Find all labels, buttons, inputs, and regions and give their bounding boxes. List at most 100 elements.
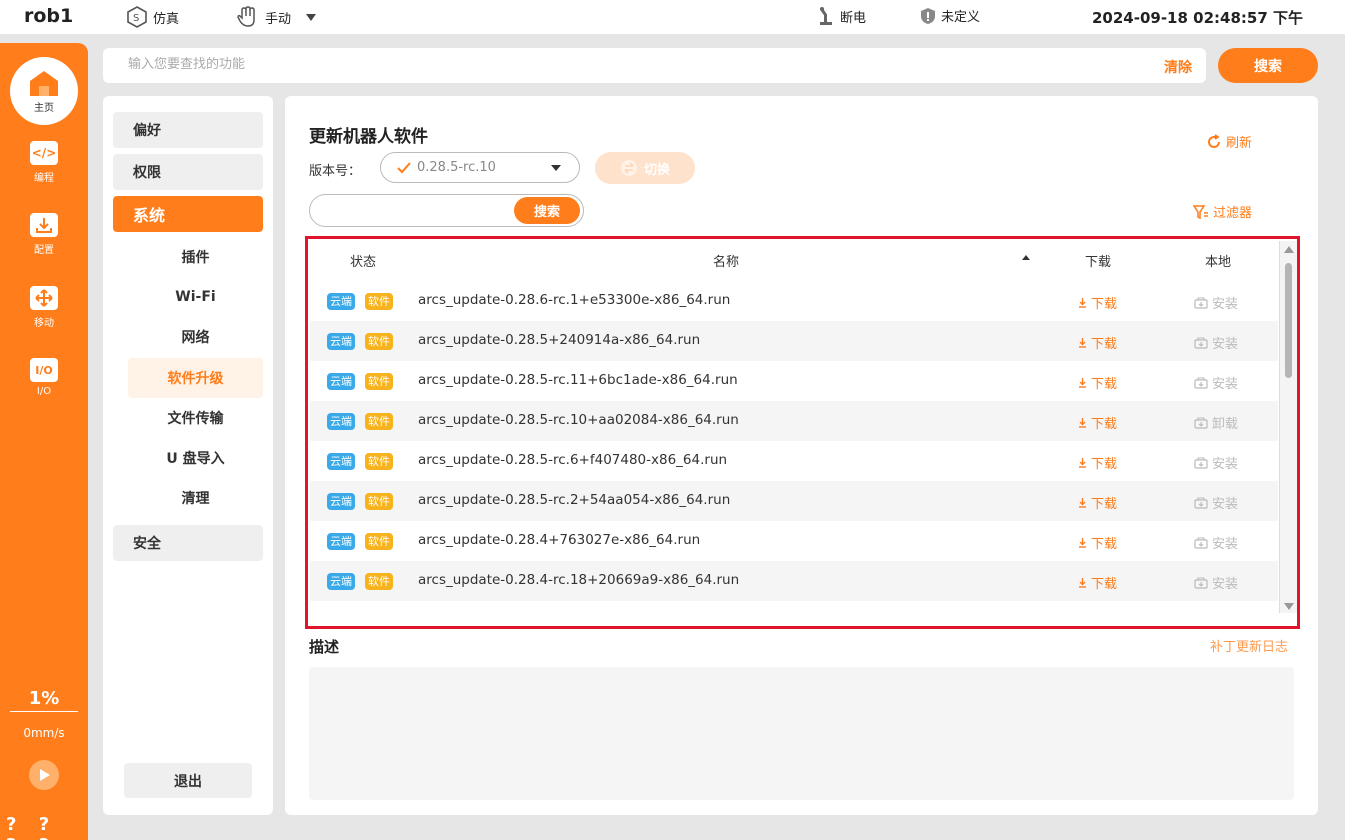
table-row[interactable]: 云端 软件 arcs_update-0.28.5-rc.10+aa02084-x86… xyxy=(310,401,1278,441)
switch-version-button[interactable]: 切换 xyxy=(595,152,695,184)
nav-security[interactable]: 安全 xyxy=(113,525,263,561)
nav-permissions[interactable]: 权限 xyxy=(113,154,263,190)
column-download: 下载 xyxy=(1085,255,1112,270)
download-button[interactable]: 下载 xyxy=(1078,493,1117,512)
package-name: arcs_update-0.28.5-rc.6+f407480-x86_64.r… xyxy=(418,452,728,468)
scroll-down-icon[interactable] xyxy=(1284,603,1294,610)
table-row[interactable]: 云端软件arcs_update-0.28.4-rc.14+05b2722-x86… xyxy=(310,601,1278,613)
safety-status[interactable]: 未定义 xyxy=(920,6,980,25)
table-row[interactable]: 云端 软件 arcs_update-0.28.5+240914a-x86_64.ru… xyxy=(310,321,1278,361)
rail-io-label: I/O xyxy=(36,386,52,397)
simulation-mode[interactable]: S 仿真 xyxy=(126,6,179,28)
download-label: 下载 xyxy=(1091,577,1118,592)
download-label: 下载 xyxy=(1091,417,1118,432)
table-row[interactable]: 云端 软件 arcs_update-0.28.6-rc.1+e53300e-x86_… xyxy=(310,281,1278,321)
version-label: 版本号： xyxy=(309,164,362,179)
speed-percent[interactable]: 1% xyxy=(0,688,88,709)
cloud-tag: 云端 xyxy=(327,293,355,310)
robot-name[interactable]: rob1 xyxy=(24,5,73,27)
table-row[interactable]: 云端 软件 arcs_update-0.28.4+763027e-x86_64.ru… xyxy=(310,521,1278,561)
table-row[interactable]: 云端 软件 arcs_update-0.28.5-rc.6+f407480-x86_… xyxy=(310,441,1278,481)
table-search-box: 搜索 xyxy=(309,194,584,227)
local-action-button[interactable]: 安装 xyxy=(1194,573,1238,592)
page-title: 更新机器人软件 xyxy=(309,127,428,147)
chevron-down-icon xyxy=(306,13,317,21)
function-search-button[interactable]: 搜索 xyxy=(1218,48,1318,83)
rail-item-program[interactable]: </> 编程 xyxy=(0,141,88,184)
local-action-button[interactable]: 安装 xyxy=(1194,333,1238,352)
table-row[interactable]: 云端 软件 arcs_update-0.28.5-rc.11+6bc1ade-x86… xyxy=(310,361,1278,401)
clear-button[interactable]: 清除 xyxy=(1164,57,1192,77)
filter-icon xyxy=(1193,204,1208,219)
software-tag: 软件 xyxy=(365,373,393,390)
table-scrollbar[interactable] xyxy=(1279,241,1297,613)
local-action-label: 安装 xyxy=(1212,537,1239,552)
rail-item-config[interactable]: 配置 xyxy=(0,213,88,256)
nav-sub-usb-import[interactable]: U 盘导入 xyxy=(128,438,263,478)
download-icon xyxy=(1079,337,1086,348)
manual-mode-dropdown[interactable]: 手动 xyxy=(236,6,317,28)
download-label: 下载 xyxy=(1091,497,1118,512)
nav-system[interactable]: 系统 xyxy=(113,196,263,232)
nav-sub-cleanup[interactable]: 清理 xyxy=(128,478,263,518)
play-button[interactable] xyxy=(29,760,59,790)
local-action-button[interactable]: 安装 xyxy=(1194,493,1238,512)
local-action-button[interactable]: 安装 xyxy=(1194,373,1238,392)
power-label: 断电 xyxy=(840,10,867,26)
download-button[interactable]: 下载 xyxy=(1078,413,1117,432)
top-bar: rob1 S 仿真 手动 断电 未定义 2024-09-18 02:48:57 … xyxy=(0,0,1345,34)
download-label: 下载 xyxy=(1091,537,1118,552)
simulation-icon: S xyxy=(127,6,147,28)
software-tag: 软件 xyxy=(365,573,393,590)
unknown-status: ? ? ? ? xyxy=(6,814,58,840)
download-button[interactable]: 下载 xyxy=(1078,293,1117,312)
local-action-button[interactable]: 卸载 xyxy=(1194,413,1238,432)
patch-log-link[interactable]: 补丁更新日志 xyxy=(1210,636,1288,655)
download-button[interactable]: 下载 xyxy=(1078,373,1117,392)
version-value: 0.28.5-rc.10 xyxy=(417,160,496,175)
table-search-button[interactable]: 搜索 xyxy=(514,197,580,224)
safety-label: 未定义 xyxy=(941,10,981,25)
download-button[interactable]: 下载 xyxy=(1078,333,1117,352)
scroll-up-icon[interactable] xyxy=(1284,246,1294,253)
sort-asc-icon[interactable] xyxy=(1022,255,1030,260)
scroll-thumb[interactable] xyxy=(1285,263,1292,378)
nav-preferences[interactable]: 偏好 xyxy=(113,112,263,148)
table-search-input[interactable] xyxy=(322,203,502,218)
robot-arm-icon xyxy=(820,7,832,25)
download-button[interactable]: 下载 xyxy=(1078,453,1117,472)
local-action-button[interactable]: 安装 xyxy=(1194,533,1238,552)
svg-text:S: S xyxy=(133,13,139,24)
download-button[interactable]: 下载 xyxy=(1078,573,1117,592)
cloud-tag: 云端 xyxy=(327,573,355,590)
nav-sub-wifi[interactable]: Wi-Fi xyxy=(128,277,263,317)
simulation-label: 仿真 xyxy=(153,11,180,27)
nav-sub-plugins[interactable]: 插件 xyxy=(128,237,263,277)
local-action-label: 安装 xyxy=(1212,297,1239,312)
filter-button[interactable]: 过滤器 xyxy=(1193,202,1252,221)
download-button[interactable]: 下载 xyxy=(1078,533,1117,552)
nav-sub-network[interactable]: 网络 xyxy=(128,317,263,357)
table-row[interactable]: 云端 软件 arcs_update-0.28.5-rc.2+54aa054-x86_… xyxy=(310,481,1278,521)
table-header: 状态 名称 下载 本地 xyxy=(310,241,1278,276)
power-status[interactable]: 断电 xyxy=(817,6,866,26)
table-row[interactable]: 云端 软件 arcs_update-0.28.4-rc.18+20669a9-x86… xyxy=(310,561,1278,601)
home-icon xyxy=(30,70,58,96)
home-button[interactable]: 主页 xyxy=(10,57,78,125)
rail-item-io[interactable]: I/O I/O xyxy=(0,358,88,397)
local-action-button[interactable]: 安装 xyxy=(1194,453,1238,472)
column-name[interactable]: 名称 xyxy=(713,251,739,270)
function-search-input[interactable] xyxy=(128,57,1028,72)
download-box-icon xyxy=(30,213,58,237)
version-select[interactable]: 0.28.5-rc.10 xyxy=(380,152,580,183)
refresh-button[interactable]: 刷新 xyxy=(1206,132,1252,151)
download-label: 下载 xyxy=(1091,457,1118,472)
settings-nav: 偏好 权限 系统 插件 Wi-Fi 网络 软件升级 文件传输 U 盘导入 清理 … xyxy=(103,96,273,815)
logout-button[interactable]: 退出 xyxy=(124,763,252,798)
download-icon xyxy=(1079,577,1086,588)
switch-label: 切换 xyxy=(643,162,670,178)
nav-sub-file-transfer[interactable]: 文件传输 xyxy=(128,398,263,438)
nav-sub-software-upgrade[interactable]: 软件升级 xyxy=(128,358,263,398)
local-action-button[interactable]: 安装 xyxy=(1194,293,1238,312)
rail-item-move[interactable]: 移动 xyxy=(0,286,88,329)
